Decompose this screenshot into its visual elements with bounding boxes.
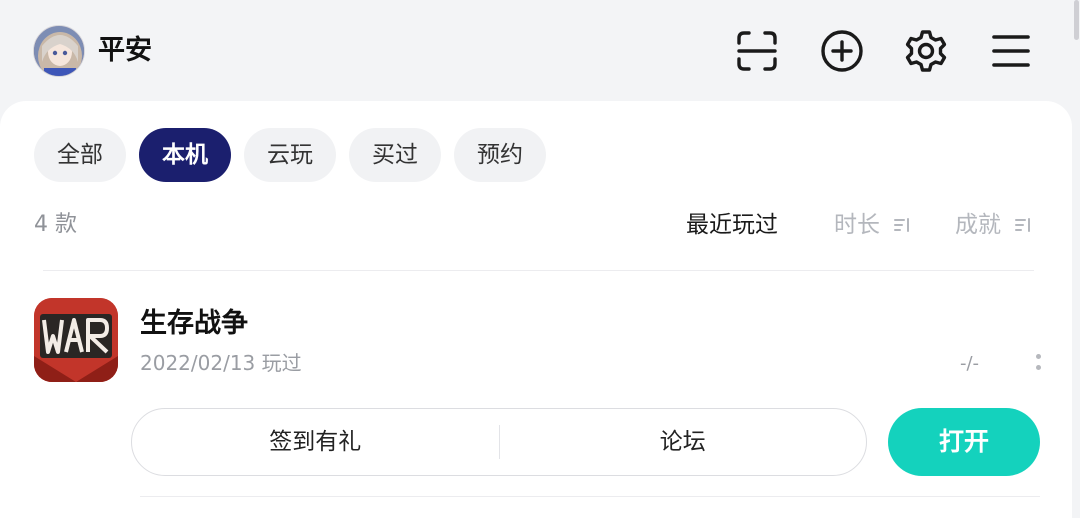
sort-achievement-label: 成就 xyxy=(955,212,1001,238)
tab-local[interactable]: 本机 xyxy=(139,128,231,182)
game-library-panel: 全部 本机 云玩 买过 预约 4 款 最近玩过 时长 成就 生存战争 2022/… xyxy=(0,101,1072,518)
game-count: 4 款 xyxy=(34,212,77,237)
checkin-reward-button[interactable]: 签到有礼 xyxy=(132,408,499,476)
sort-achievement-button[interactable]: 成就 xyxy=(955,211,1032,241)
scan-icon[interactable] xyxy=(734,28,780,74)
add-circle-icon[interactable] xyxy=(819,28,865,74)
menu-icon[interactable] xyxy=(988,28,1034,74)
game-app-icon[interactable] xyxy=(34,298,118,382)
scrollbar[interactable] xyxy=(1072,0,1080,518)
game-achievement-progress: -/- xyxy=(960,353,980,374)
scrollbar-thumb[interactable] xyxy=(1074,0,1079,40)
avatar[interactable] xyxy=(33,25,85,77)
divider xyxy=(43,270,1034,271)
username: 平安 xyxy=(98,35,152,66)
sort-duration-label: 时长 xyxy=(834,212,880,238)
top-bar: 平安 xyxy=(0,0,1080,100)
open-game-button[interactable]: 打开 xyxy=(888,408,1040,476)
sort-order-icon xyxy=(1014,213,1032,241)
tab-reserved[interactable]: 预约 xyxy=(454,128,546,182)
filter-tabs: 全部 本机 云玩 买过 预约 xyxy=(34,128,546,182)
sort-recent-label: 最近玩过 xyxy=(686,212,778,238)
gear-icon[interactable] xyxy=(903,28,949,74)
divider xyxy=(140,496,1040,497)
tab-all[interactable]: 全部 xyxy=(34,128,126,182)
game-action-group: 签到有礼 论坛 xyxy=(131,408,867,476)
more-options-icon[interactable] xyxy=(1033,352,1043,374)
game-last-played: 2022/02/13 玩过 xyxy=(140,351,302,375)
tab-cloud[interactable]: 云玩 xyxy=(244,128,336,182)
sort-duration-button[interactable]: 时长 xyxy=(834,211,911,241)
tab-purchased[interactable]: 买过 xyxy=(349,128,441,182)
game-title[interactable]: 生存战争 xyxy=(140,307,248,341)
avatar-image xyxy=(34,26,84,76)
sort-order-icon xyxy=(893,213,911,241)
sort-recent-button[interactable]: 最近玩过 xyxy=(686,211,778,239)
forum-button[interactable]: 论坛 xyxy=(500,408,867,476)
